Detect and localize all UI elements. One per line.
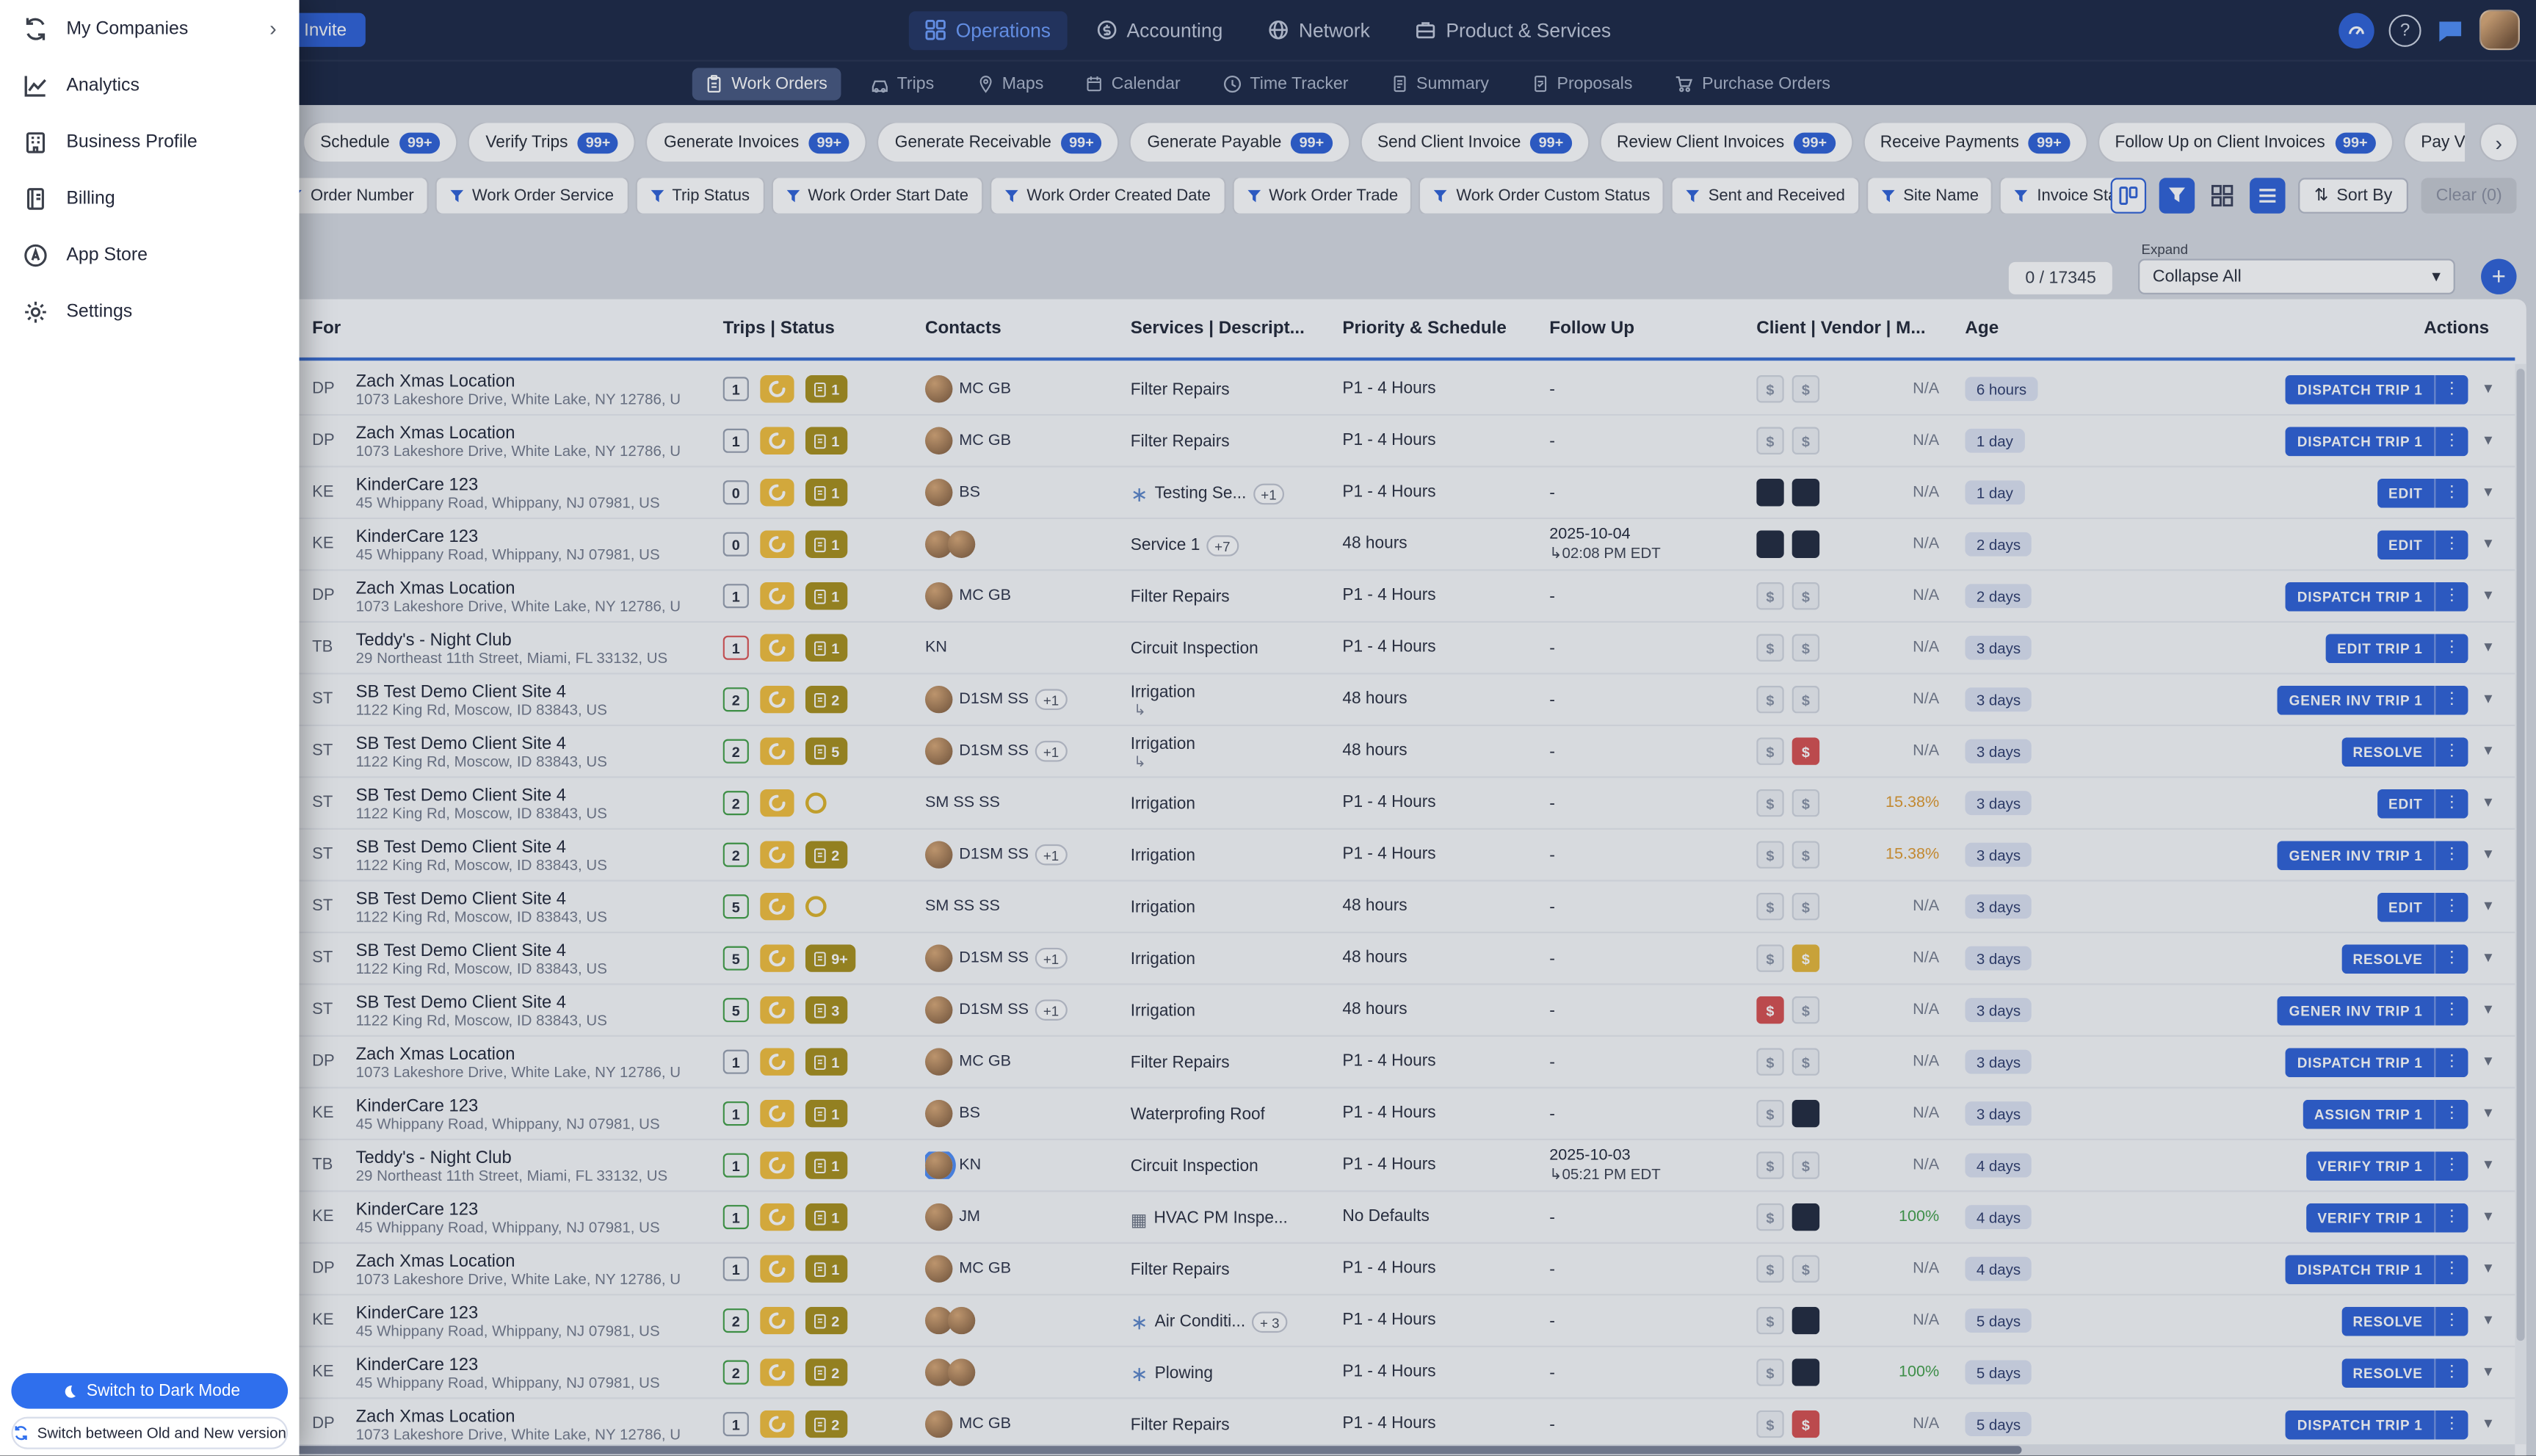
billing-book-icon xyxy=(23,185,48,211)
analytics-chart-icon xyxy=(23,72,48,98)
gear-icon xyxy=(23,298,48,324)
moon-icon xyxy=(59,1382,76,1399)
backdrop-overlay[interactable] xyxy=(0,0,2536,1456)
sidebar-footer: Switch to Dark Mode Switch between Old a… xyxy=(11,1373,289,1449)
sidebar-item-business-profile[interactable]: Business Profile xyxy=(0,113,300,170)
sidebar-item-billing[interactable]: Billing xyxy=(0,170,300,226)
switch-dark-mode-button[interactable]: Switch to Dark Mode xyxy=(11,1373,289,1409)
companies-sync-icon xyxy=(23,15,48,41)
sidebar-item-analytics[interactable]: Analytics xyxy=(0,57,300,113)
switch-version-button[interactable]: Switch between Old and New version xyxy=(11,1416,289,1449)
sidebar-item-settings[interactable]: Settings xyxy=(0,283,300,339)
sidebar-item-app-store[interactable]: App Store xyxy=(0,226,300,283)
app-root: Invite Operations Accounting Network Pro… xyxy=(0,0,2536,1456)
app-store-icon xyxy=(23,242,48,267)
chevron-right-icon: › xyxy=(269,16,277,41)
account-sidebar-menu: My Companies › Analytics Business Profil… xyxy=(0,0,300,1456)
sidebar-item-my-companies[interactable]: My Companies › xyxy=(0,0,300,57)
building-icon xyxy=(23,128,48,154)
version-sync-icon xyxy=(13,1425,29,1441)
